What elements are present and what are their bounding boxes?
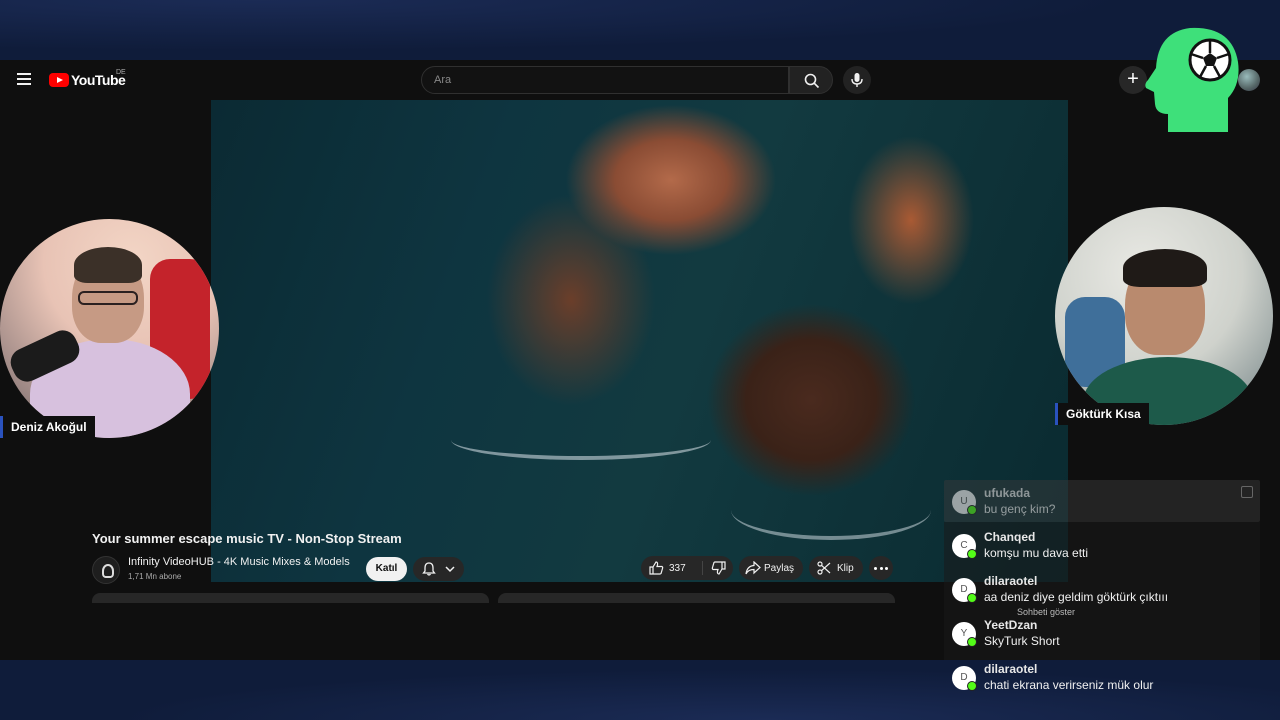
kick-badge-icon [967,593,977,603]
chat-avatar: Y [952,622,977,647]
chat-username: YeetDzan [984,618,1038,632]
scissors-icon [817,561,831,575]
video-frame-detail [451,420,711,460]
share-icon [745,561,761,575]
avatar-initial: D [960,584,968,595]
chat-message: C Chanqed komşu mu dava etti [952,530,1252,566]
chat-username: dilaraotel [984,574,1038,588]
like-count: 337 [669,563,686,574]
soccer-ball-icon [1145,27,1239,132]
webcam-left [0,219,219,438]
like-divider [702,561,703,575]
like-dislike-group: 337 [641,556,733,580]
voice-search-button[interactable] [843,66,871,94]
chat-text: SkyTurk Short [984,634,1060,648]
region-code: DE [116,69,126,76]
menu-icon[interactable] [17,73,31,85]
plus-icon: + [1127,68,1139,90]
chat-text: bu genç kim? [984,502,1056,516]
youtube-logo[interactable]: YouTube [49,72,126,88]
chat-message: U ufukada bu genç kim? [952,486,1252,522]
kick-badge-icon [967,549,977,559]
chat-text: chati ekrana verirseniz mük olur [984,678,1154,692]
subscribe-notifications-button[interactable] [413,557,464,581]
hair [74,247,142,283]
thumbs-down-icon [711,561,726,575]
avatar-initial: D [960,672,968,683]
related-card[interactable] [498,593,895,603]
chat-message: D dilaraotel aa deniz diye geldim göktür… [952,574,1252,610]
description-card[interactable] [92,593,489,603]
hair [1123,249,1207,287]
thumbs-up-icon [649,561,664,575]
bell-icon [422,562,436,576]
chat-username: Chanqed [984,530,1036,544]
search-icon [804,73,820,89]
avatar-initial: Y [960,628,968,639]
clip-button[interactable]: Klip [809,556,863,580]
chat-avatar: D [952,666,977,691]
search-input[interactable] [422,67,788,93]
kick-badge-icon [967,681,977,691]
chat-avatar: U [952,490,977,515]
youtube-header: YouTube DE + [0,60,1280,100]
more-icon-dot [879,567,883,570]
webcam-right [1055,207,1273,425]
channel-avatar[interactable] [92,556,120,584]
kick-badge-icon [967,637,977,647]
more-icon [874,567,877,570]
more-actions-button[interactable] [869,556,893,580]
avatar-initial: U [960,496,968,507]
show-chat-hint[interactable]: Sohbeti göster [1017,607,1075,617]
channel-name[interactable]: Infinity VideoHUB - 4K Music Mixes & Mod… [128,556,350,568]
video-title: Your summer escape music TV - Non-Stop S… [92,531,402,546]
chat-message: D dilaraotel chati ekrana verirseniz mük… [952,662,1252,698]
mic-icon [851,73,863,87]
streamer-name-right: Göktürk Kısa [1055,403,1149,425]
clip-label: Klip [837,563,854,574]
youtube-play-icon [49,73,69,87]
video-frame-detail [731,480,931,540]
chat-text: komşu mu dava etti [984,546,1089,560]
chevron-down-icon [445,566,455,573]
chat-avatar: D [952,578,977,603]
subscriber-count: 1,71 Mn abone [128,572,182,581]
create-button[interactable]: + [1119,66,1147,94]
chat-message: Y YeetDzan SkyTurk Short [952,618,1252,654]
kick-badge-icon [967,505,977,515]
search-box [421,66,789,94]
avatar-initial: C [960,540,968,551]
chat-avatar: C [952,534,977,559]
stream-background-top [0,0,1280,60]
like-button[interactable]: 337 [641,556,701,580]
chat-overlay: U ufukada bu genç kim? C Chanqed komşu m… [944,480,1266,700]
search-button[interactable] [789,66,833,94]
more-icon-dot [885,567,888,570]
chat-username: ufukada [984,486,1031,500]
glasses [78,291,138,305]
share-button[interactable]: Paylaş [739,556,803,580]
video-player[interactable] [211,100,1068,582]
join-button[interactable]: Katıl [366,557,407,581]
dislike-button[interactable] [705,556,733,580]
chat-username: dilaraotel [984,662,1038,676]
streamer-name-left: Deniz Akoğul [0,416,95,438]
share-label: Paylaş [764,563,795,574]
chat-text: aa deniz diye geldim göktürk çıktııı [984,590,1169,604]
